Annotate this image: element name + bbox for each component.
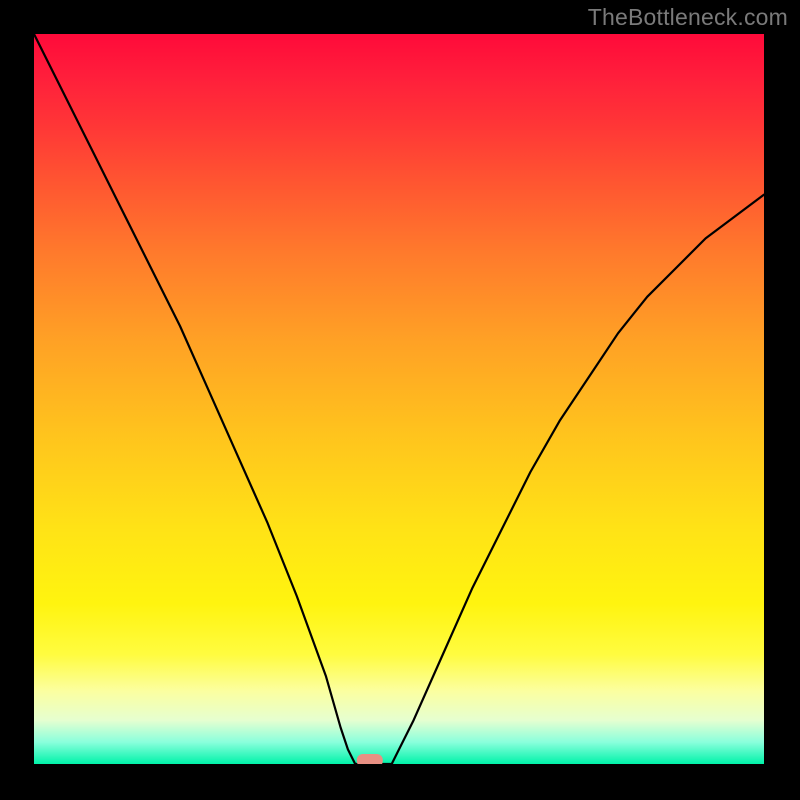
chart-svg [34,34,764,764]
chart-frame: TheBottleneck.com [0,0,800,800]
watermark-text: TheBottleneck.com [588,4,788,31]
optimal-point-marker [357,754,383,764]
chart-plot-area [34,34,764,764]
bottleneck-curve [34,34,764,764]
